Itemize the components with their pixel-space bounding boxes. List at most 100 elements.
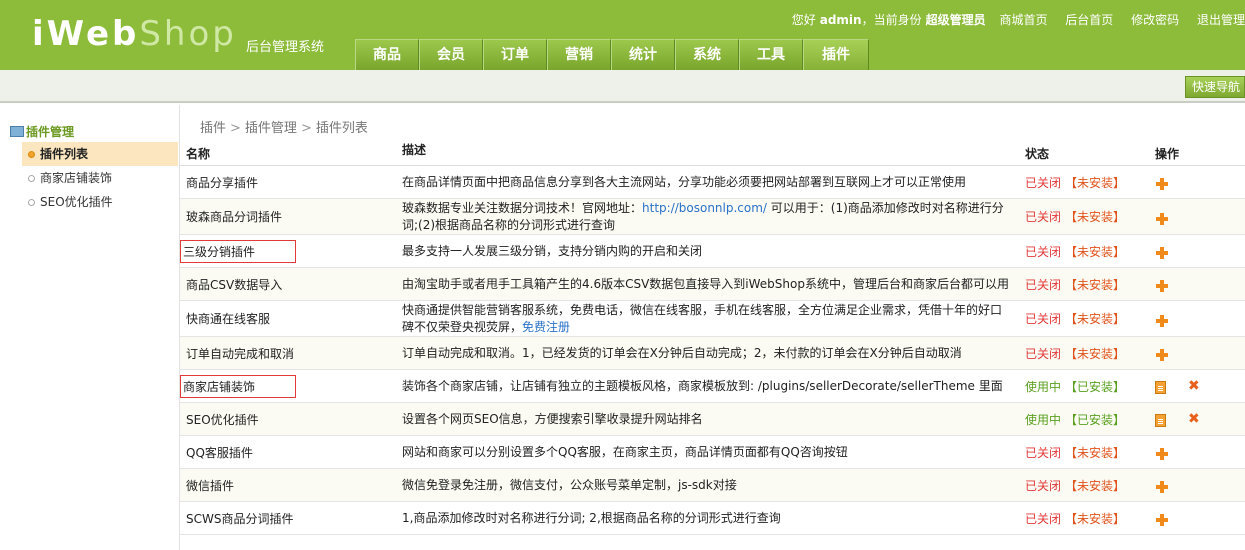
plugin-name: 快商通在线客服 — [186, 312, 271, 326]
plugin-desc: 由淘宝助手或者甩手工具箱产生的4.6版本CSV数据包直接导入到iWebShop系… — [402, 276, 1009, 291]
bullet-icon — [28, 151, 35, 158]
cell-name: 商家店铺装饰 — [180, 374, 402, 398]
header-op: 操作 — [1155, 147, 1180, 161]
status-text: 已关闭 — [1025, 244, 1062, 259]
nav-tab-tools[interactable]: 工具 — [739, 39, 803, 70]
sidebar-item-seo-plugin[interactable]: SEO优化插件 — [22, 190, 178, 214]
cell-desc: 设置各个网页SEO信息，方便搜索引擎收录提升网站排名 — [402, 411, 1021, 428]
cell-desc: 微信免登录免注册，微信支付，公众账号菜单定制，js-sdk对接 — [402, 477, 1021, 494]
cell-desc: 1,商品添加修改时对名称进行分词; 2,根据商品名称的分词形式进行查询 — [402, 510, 1021, 527]
cell-name: 快商通在线客服 — [180, 310, 402, 327]
cell-status: 已关闭 【未安装】 — [1021, 310, 1151, 327]
cell-status: 已关闭 【未安装】 — [1021, 444, 1151, 461]
breadcrumb-plugin-manage[interactable]: 插件管理 — [245, 121, 297, 136]
plugin-desc: 设置各个网页SEO信息，方便搜索引擎收录提升网站排名 — [402, 411, 703, 426]
plugin-desc: 网站和商家可以分别设置多个QQ客服，在商家主页，商品详情页面都有QQ咨询按钮 — [402, 444, 848, 459]
uninstall-x-icon[interactable]: ✖ — [1188, 412, 1200, 426]
cell-status: 使用中 【已安装】 — [1021, 411, 1151, 428]
nav-tab-stats[interactable]: 统计 — [611, 39, 675, 70]
nav-tab-plugins[interactable]: 插件 — [803, 39, 869, 70]
sidebar-item-seller-decorate[interactable]: 商家店铺装饰 — [22, 166, 178, 190]
install-plus-icon[interactable] — [1155, 348, 1169, 362]
plugin-link[interactable]: 免费注册 — [522, 320, 570, 334]
install-status: 【未安装】 — [1065, 478, 1126, 493]
nav-tab-goods[interactable]: 商品 — [355, 39, 419, 70]
breadcrumb-plugin-list: 插件列表 — [315, 121, 368, 136]
cell-name: SCWS商品分词插件 — [180, 510, 402, 527]
uninstall-x-icon[interactable]: ✖ — [1188, 379, 1200, 393]
sidebar-title[interactable]: 插件管理 — [10, 123, 74, 140]
table-row: 三级分销插件 最多支持一人发展三级分销，支持分销内购的开启和关闭 已关闭 【未安装】 — [180, 235, 1245, 268]
install-plus-icon[interactable] — [1155, 447, 1169, 461]
table-row: 商品CSV数据导入 由淘宝助手或者甩手工具箱产生的4.6版本CSV数据包直接导入到… — [180, 268, 1245, 301]
status-text: 使用中 — [1025, 412, 1062, 427]
status-text: 已关闭 — [1025, 312, 1062, 326]
header-name: 名称 — [186, 147, 211, 161]
cell-name: 微信插件 — [180, 477, 402, 494]
nav-tab-marketing[interactable]: 营销 — [547, 39, 611, 70]
config-doc-icon[interactable] — [1155, 381, 1166, 394]
cell-op: ✖ — [1151, 379, 1245, 394]
install-status: 【未安装】 — [1065, 244, 1126, 259]
header-desc: 描述 — [402, 143, 427, 157]
install-status: 【未安装】 — [1065, 277, 1126, 292]
status-text: 已关闭 — [1025, 478, 1062, 493]
cell-status: 已关闭 【未安装】 — [1021, 174, 1151, 191]
plugin-name: 商家店铺装饰 — [183, 379, 256, 394]
table-row: SCWS商品分词插件 1,商品添加修改时对名称进行分词; 2,根据商品名称的分词形… — [180, 502, 1245, 535]
cell-name: SEO优化插件 — [180, 411, 402, 428]
nav-tab-orders[interactable]: 订单 — [483, 39, 547, 70]
breadcrumb-plugin[interactable]: 插件 — [200, 121, 226, 136]
greeting: 您好 admin，当前身份 超级管理员 — [791, 13, 986, 27]
cell-desc: 快商通提供智能营销客服系统，免费电话，微信在线客服，手机在线客服，全方位满足企业… — [402, 302, 1021, 336]
plugin-desc: 最多支持一人发展三级分销，支持分销内购的开启和关闭 — [402, 243, 703, 258]
status-text: 已关闭 — [1025, 277, 1062, 292]
cell-desc: 最多支持一人发展三级分销，支持分销内购的开启和关闭 — [402, 243, 1021, 260]
install-plus-icon[interactable] — [1155, 177, 1169, 191]
plugin-name-highlight: 商家店铺装饰 — [180, 374, 297, 398]
cell-desc: 装饰各个商家店铺，让店铺有独立的主题模板风格，商家模板放到: /plugins/… — [402, 378, 1021, 395]
cell-op — [1151, 478, 1245, 494]
install-plus-icon[interactable] — [1155, 513, 1169, 527]
install-plus-icon[interactable] — [1155, 246, 1169, 260]
status-text: 已关闭 — [1025, 175, 1062, 190]
quick-nav-button[interactable]: 快速导航 — [1185, 76, 1245, 98]
cell-status: 已关闭 【未安装】 — [1021, 510, 1151, 527]
cell-name: 商品分享插件 — [180, 174, 402, 191]
plugin-desc: 装饰各个商家店铺，让店铺有独立的主题模板风格，商家模板放到: /plugins/… — [402, 378, 1003, 393]
link-store-home[interactable]: 商城首页 — [999, 11, 1047, 28]
logo[interactable]: iWebShop — [32, 14, 237, 54]
status-text: 使用中 — [1025, 379, 1062, 394]
link-admin-home[interactable]: 后台首页 — [1065, 11, 1113, 28]
table-row: 订单自动完成和取消 订单自动完成和取消。1，已经发货的订单会在X分钟后自动完成；2… — [180, 337, 1245, 370]
table-row: SEO优化插件 设置各个网页SEO信息，方便搜索引擎收录提升网站排名 使用中 【已安装… — [180, 403, 1245, 436]
install-plus-icon[interactable] — [1155, 279, 1169, 293]
header-status: 状态 — [1025, 147, 1050, 161]
cell-status: 已关闭 【未安装】 — [1021, 208, 1151, 225]
install-plus-icon[interactable] — [1155, 480, 1169, 494]
config-doc-icon[interactable] — [1155, 414, 1166, 427]
plugin-desc: 玻森数据专业关注数据分词技术！官网地址： — [402, 200, 643, 215]
plugin-desc: 订单自动完成和取消。1，已经发货的订单会在X分钟后自动完成；2，未付款的订单会在… — [402, 345, 962, 360]
install-plus-icon[interactable] — [1155, 314, 1169, 328]
plugin-name: SCWS商品分词插件 — [186, 511, 294, 526]
table-row: QQ客服插件 网站和商家可以分别设置多个QQ客服，在商家主页，商品详情页面都有QQ… — [180, 436, 1245, 469]
plugin-name: 商品分享插件 — [186, 175, 259, 190]
sidebar: 插件管理 插件列表 商家店铺装饰 SEO优化插件 — [0, 105, 180, 550]
link-change-password[interactable]: 修改密码 — [1131, 11, 1179, 28]
link-logout[interactable]: 退出管理 — [1197, 11, 1245, 28]
cell-name: 商品CSV数据导入 — [180, 276, 402, 293]
cell-status: 使用中 【已安装】 — [1021, 378, 1151, 395]
install-status: 【未安装】 — [1065, 312, 1126, 326]
install-plus-icon[interactable] — [1155, 212, 1169, 226]
plugin-desc: 在商品详情页面中把商品信息分享到各大主流网站，分享功能必须要把网站部署到互联网上… — [402, 174, 967, 189]
plugin-link[interactable]: http://bosonnlp.com/ — [642, 201, 767, 215]
cell-desc: 玻森数据专业关注数据分词技术！官网地址：http://bosonnlp.com/… — [402, 200, 1021, 234]
nav-tab-system[interactable]: 系统 — [675, 39, 739, 70]
status-text: 已关闭 — [1025, 210, 1062, 224]
main-nav: 商品 会员 订单 营销 统计 系统 工具 插件 — [355, 39, 869, 70]
cell-desc: 订单自动完成和取消。1，已经发货的订单会在X分钟后自动完成；2，未付款的订单会在… — [402, 345, 1021, 362]
sidebar-item-plugin-list[interactable]: 插件列表 — [22, 142, 178, 166]
nav-tab-members[interactable]: 会员 — [419, 39, 483, 70]
plugin-desc: 微信免登录免注册，微信支付，公众账号菜单定制，js-sdk对接 — [402, 477, 737, 492]
